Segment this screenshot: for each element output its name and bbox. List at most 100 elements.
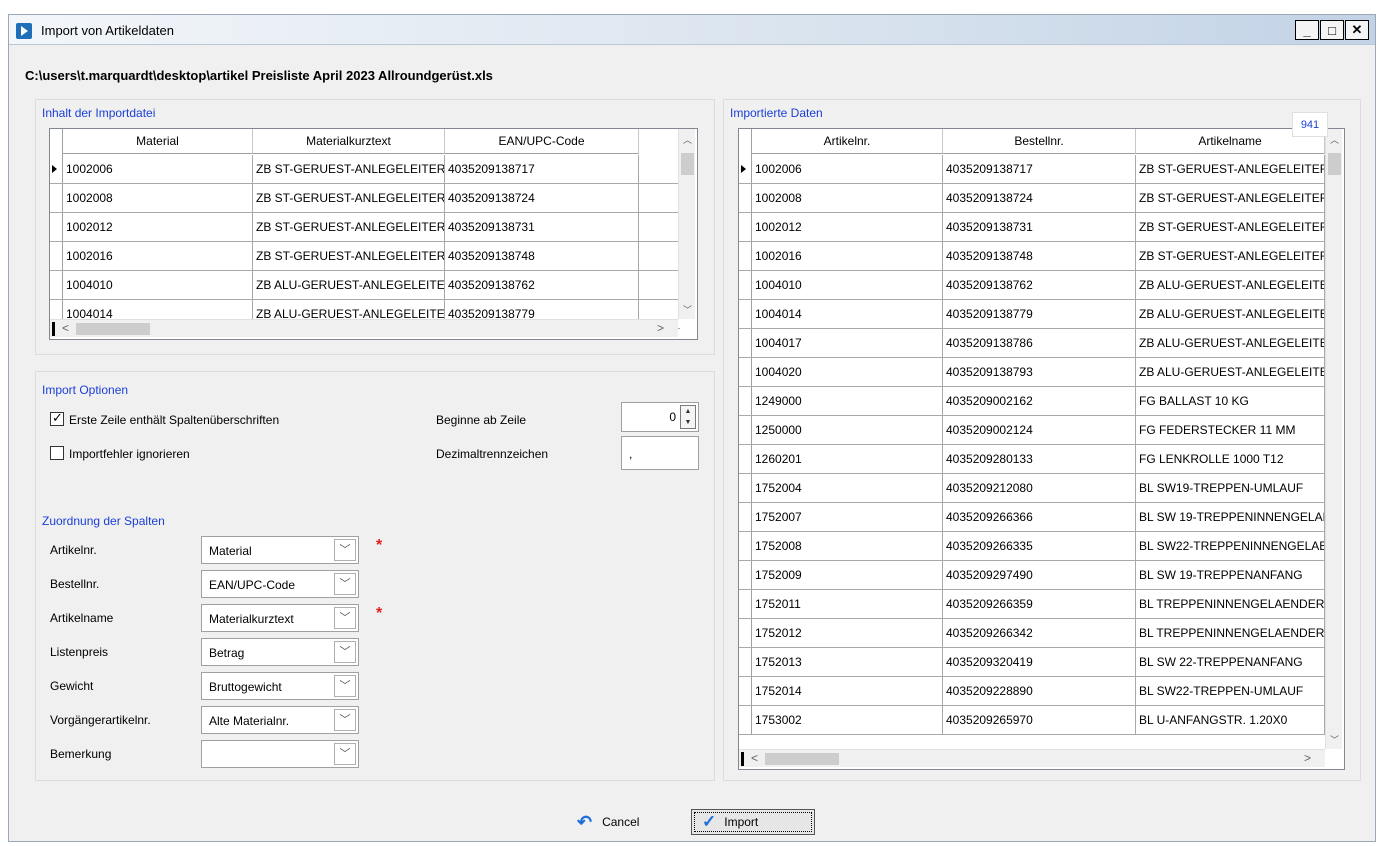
decimal-separator-input[interactable]: , bbox=[621, 436, 699, 470]
horizontal-scrollbar[interactable]: < > bbox=[739, 749, 1325, 767]
chevron-down-icon[interactable]: ﹀ bbox=[334, 573, 356, 595]
spin-up-icon[interactable]: ▲ bbox=[681, 406, 695, 417]
mapping-select[interactable]: Betrag ﹀ bbox=[201, 638, 359, 666]
scroll-right-icon[interactable]: > bbox=[1304, 751, 1311, 765]
table-row[interactable]: 1004010 4035209138762 ZB ALU-GERUEST-ANLEG… bbox=[739, 271, 1327, 300]
chevron-down-icon[interactable]: ﹀ bbox=[334, 607, 356, 629]
spinner-buttons[interactable]: ▲ ▼ bbox=[680, 405, 696, 429]
column-header[interactable]: Bestellnr. bbox=[943, 129, 1136, 154]
vertical-scrollbar[interactable]: ︿ ﹀ bbox=[1325, 129, 1342, 749]
table-cell: BL TREPPENINNENGELAENDER bbox=[1136, 619, 1325, 648]
mapping-select[interactable]: Bruttogewicht ﹀ bbox=[201, 672, 359, 700]
first-row-headers-checkbox[interactable] bbox=[50, 410, 64, 426]
table-cell: 1250000 bbox=[752, 416, 943, 445]
title-bar: Import von Artikeldaten _ □ ✕ bbox=[9, 15, 1375, 45]
chevron-down-icon[interactable]: ﹀ bbox=[334, 539, 356, 561]
table-cell: 4035209138748 bbox=[943, 242, 1136, 271]
scroll-thumb[interactable] bbox=[76, 323, 150, 335]
table-cell: 1752004 bbox=[752, 474, 943, 503]
column-header[interactable]: Materialkurztext bbox=[253, 129, 445, 154]
options-group: Import Optionen Erste Zeile enthält Spal… bbox=[35, 371, 715, 781]
table-row[interactable]: 1250000 4035209002124 FG FEDERSTECKER 11 M… bbox=[739, 416, 1327, 445]
mapping-select[interactable]: EAN/UPC-Code ﹀ bbox=[201, 570, 359, 598]
scroll-thumb[interactable] bbox=[681, 153, 694, 175]
table-cell: 4035209138793 bbox=[943, 358, 1136, 387]
mapping-label: Gewicht bbox=[50, 679, 94, 693]
maximize-button[interactable]: □ bbox=[1320, 20, 1344, 40]
chevron-down-icon[interactable]: ﹀ bbox=[334, 641, 356, 663]
first-row-headers-label[interactable]: Erste Zeile enthält Spaltenüberschriften bbox=[69, 413, 279, 427]
mapping-select[interactable]: Material ﹀ bbox=[201, 536, 359, 564]
table-row[interactable]: 1752012 4035209266342 BL TREPPENINNENGELAE… bbox=[739, 619, 1327, 648]
table-row[interactable]: 1752014 4035209228890 BL SW22-TREPPEN-UMLA… bbox=[739, 677, 1327, 706]
table-row[interactable]: 1752009 4035209297490 BL SW 19-TREPPENANFA… bbox=[739, 561, 1327, 590]
table-cell: 4035209138762 bbox=[445, 271, 639, 300]
table-row[interactable]: 1260201 4035209280133 FG LENKROLLE 1000 T1… bbox=[739, 445, 1327, 474]
source-grid[interactable]: Material Materialkurztext EAN/UPC-Code 1002… bbox=[49, 128, 698, 340]
minimize-button[interactable]: _ bbox=[1295, 20, 1319, 40]
table-cell: 4035209266342 bbox=[943, 619, 1136, 648]
table-row[interactable]: 1002006 4035209138717 ZB ST-GERUEST-ANLEGE… bbox=[739, 155, 1327, 184]
table-row[interactable]: 1752013 4035209320419 BL SW 22-TREPPENANFA… bbox=[739, 648, 1327, 677]
scroll-left-icon[interactable]: < bbox=[751, 751, 758, 765]
start-row-spinner[interactable]: 0 ▲ ▼ bbox=[621, 402, 699, 432]
horizontal-scrollbar[interactable]: < > bbox=[50, 319, 678, 337]
table-row[interactable]: 1753002 4035209265970 BL U-ANFANGSTR. 1.20… bbox=[739, 706, 1327, 735]
spin-down-icon[interactable]: ▼ bbox=[681, 417, 695, 428]
table-row[interactable]: 1002012 4035209138731 ZB ST-GERUEST-ANLEGE… bbox=[739, 213, 1327, 242]
table-row[interactable]: 1002008 4035209138724 ZB ST-GERUEST-ANLEGE… bbox=[739, 184, 1327, 213]
table-row[interactable]: 1002016 4035209138748 ZB ST-GERUEST-ANLEGE… bbox=[739, 242, 1327, 271]
column-header[interactable]: EAN/UPC-Code bbox=[445, 129, 639, 154]
table-cell: BL SW 19-TREPPENANFANG bbox=[1136, 561, 1325, 590]
chevron-down-icon[interactable]: ﹀ bbox=[334, 709, 356, 731]
table-cell: BL U-ANFANGSTR. 1.20X0 bbox=[1136, 706, 1325, 735]
table-row[interactable]: 1004010 ZB ALU-GERUEST-ANLEGELEITER 403520… bbox=[50, 271, 680, 300]
table-cell: 1752014 bbox=[752, 677, 943, 706]
table-row[interactable]: 1002006 ZB ST-GERUEST-ANLEGELEITER 4035209… bbox=[50, 155, 680, 184]
table-cell: 4035209138748 bbox=[445, 242, 639, 271]
table-cell: 1002008 bbox=[752, 184, 943, 213]
undo-arrow-icon: ↶ bbox=[577, 811, 593, 832]
imported-grid[interactable]: Artikelnr. Bestellnr. Artikelname 1002006 40… bbox=[738, 128, 1345, 770]
mapping-select[interactable]: Materialkurztext ﹀ bbox=[201, 604, 359, 632]
table-row[interactable]: 1002008 ZB ST-GERUEST-ANLEGELEITER 4035209… bbox=[50, 184, 680, 213]
vertical-scrollbar[interactable]: ︿ ﹀ bbox=[678, 129, 695, 319]
table-row[interactable]: 1752007 4035209266366 BL SW 19-TREPPENINNE… bbox=[739, 503, 1327, 532]
ignore-errors-label[interactable]: Importfehler ignorieren bbox=[69, 447, 190, 461]
scroll-thumb[interactable] bbox=[765, 753, 839, 765]
close-button[interactable]: ✕ bbox=[1345, 20, 1369, 40]
scroll-down-icon[interactable]: ﹀ bbox=[1330, 733, 1339, 746]
table-row[interactable]: 1004020 4035209138793 ZB ALU-GERUEST-ANLEG… bbox=[739, 358, 1327, 387]
column-header[interactable]: Artikelnr. bbox=[752, 129, 943, 154]
table-row[interactable]: 1752004 4035209212080 BL SW19-TREPPEN-UMLA… bbox=[739, 474, 1327, 503]
cancel-label: Cancel bbox=[602, 815, 640, 829]
mapping-select[interactable]: Alte Materialnr. ﹀ bbox=[201, 706, 359, 734]
scroll-right-icon[interactable]: > bbox=[657, 321, 664, 335]
table-row[interactable]: 1004014 4035209138779 ZB ALU-GERUEST-ANLEG… bbox=[739, 300, 1327, 329]
table-row[interactable]: 1004017 4035209138786 ZB ALU-GERUEST-ANLEG… bbox=[739, 329, 1327, 358]
scroll-down-icon[interactable]: ﹀ bbox=[683, 303, 692, 316]
column-header[interactable]: Material bbox=[63, 129, 253, 154]
ignore-errors-checkbox[interactable] bbox=[50, 446, 64, 460]
scroll-thumb[interactable] bbox=[1328, 153, 1341, 175]
mapping-select-value: Bruttogewicht bbox=[209, 680, 282, 694]
table-row[interactable]: 1752011 4035209266359 BL TREPPENINNENGELAE… bbox=[739, 590, 1327, 619]
table-row[interactable]: 1752008 4035209266335 BL SW22-TREPPENINNEN… bbox=[739, 532, 1327, 561]
table-cell: 4035209266335 bbox=[943, 532, 1136, 561]
chevron-down-icon[interactable]: ﹀ bbox=[334, 743, 356, 765]
scroll-up-icon[interactable]: ︿ bbox=[683, 133, 692, 146]
table-cell: BL SW 19-TREPPENINNENGELAENDER bbox=[1136, 503, 1325, 532]
chevron-down-icon[interactable]: ﹀ bbox=[334, 675, 356, 697]
mapping-select[interactable]: ﹀ bbox=[201, 740, 359, 768]
table-row[interactable]: 1249000 4035209002162 FG BALLAST 10 KG bbox=[739, 387, 1327, 416]
scroll-left-icon[interactable]: < bbox=[62, 321, 69, 335]
table-row[interactable]: 1002016 ZB ST-GERUEST-ANLEGELEITER 4035209… bbox=[50, 242, 680, 271]
imported-count: 941 bbox=[1292, 112, 1328, 137]
cancel-button[interactable]: ↶ Cancel bbox=[573, 809, 663, 835]
import-dialog: Import von Artikeldaten _ □ ✕ C:\users\t… bbox=[8, 14, 1376, 842]
row-indicator-marker bbox=[741, 752, 744, 766]
scroll-up-icon[interactable]: ︿ bbox=[1330, 133, 1339, 146]
import-button[interactable]: ✓ Import bbox=[691, 809, 815, 835]
mapping-label: Vorgängerartikelnr. bbox=[50, 713, 151, 727]
table-row[interactable]: 1002012 ZB ST-GERUEST-ANLEGELEITER 4035209… bbox=[50, 213, 680, 242]
